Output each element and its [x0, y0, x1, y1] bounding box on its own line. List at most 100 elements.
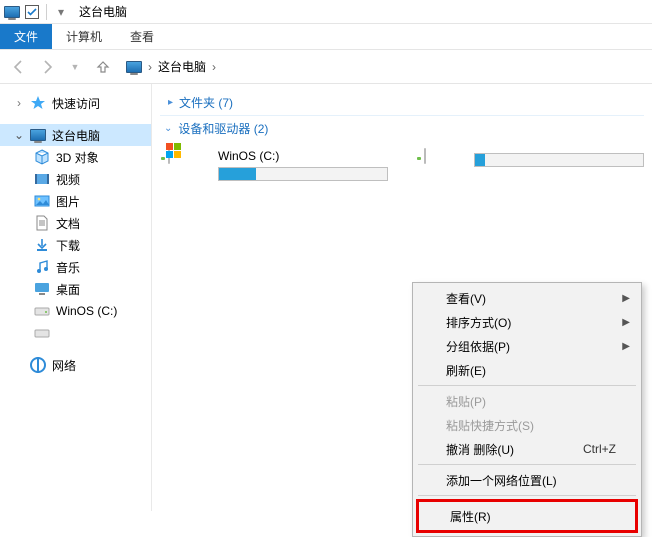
sidebar-item-quick-access[interactable]: › 快速访问 [0, 92, 151, 114]
ribbon: 文件 计算机 查看 [0, 24, 652, 50]
menu-paste-shortcut: 粘贴快捷方式(S) [416, 413, 638, 437]
drives-row: WinOS (C:) [160, 141, 644, 183]
star-icon [30, 95, 46, 111]
sidebar-item-label: 音乐 [56, 259, 80, 276]
menu-group[interactable]: 分组依据(P) ▶ [416, 334, 638, 358]
breadcrumb-location[interactable]: 这台电脑 [158, 58, 206, 75]
music-icon [34, 259, 50, 275]
context-menu: 查看(V) ▶ 排序方式(O) ▶ 分组依据(P) ▶ 刷新(E) 粘贴(P) … [412, 282, 642, 537]
sidebar-item-label: 这台电脑 [52, 127, 100, 144]
desktop-icon [34, 281, 50, 297]
menu-label: 刷新(E) [446, 362, 486, 379]
sidebar-item-removable[interactable] [0, 322, 151, 344]
download-icon [34, 237, 50, 253]
submenu-arrow-icon: ▶ [622, 317, 630, 328]
titlebar: ▾ 这台电脑 [0, 0, 652, 24]
tab-file[interactable]: 文件 [0, 24, 52, 49]
navbar: ▼ › 这台电脑 › [0, 50, 652, 84]
menu-label: 粘贴(P) [446, 393, 486, 410]
group-label: 设备和驱动器 (2) [178, 120, 268, 137]
sidebar-item-documents[interactable]: 文档 [0, 212, 151, 234]
qat-overflow-icon[interactable]: ▾ [53, 4, 69, 20]
capacity-fill [219, 168, 256, 180]
menu-label: 查看(V) [446, 290, 486, 307]
tab-computer[interactable]: 计算机 [52, 24, 116, 49]
breadcrumb-sep-icon: › [146, 60, 154, 74]
windows-flag-icon [166, 143, 184, 161]
capacity-bar [218, 167, 388, 181]
highlight-box: 属性(R) [416, 499, 638, 533]
qat-divider [46, 4, 47, 20]
chevron-right-icon: › [14, 96, 24, 110]
nav-back-button[interactable] [8, 56, 30, 78]
menu-label: 分组依据(P) [446, 338, 510, 355]
sidebar-item-winos-c[interactable]: WinOS (C:) [0, 300, 151, 322]
menu-view[interactable]: 查看(V) ▶ [416, 286, 638, 310]
window-title: 这台电脑 [79, 3, 127, 20]
menu-label: 添加一个网络位置(L) [446, 472, 557, 489]
menu-label: 撤消 删除(U) [446, 441, 514, 458]
drive-icon [34, 303, 50, 319]
video-icon [34, 171, 50, 187]
breadcrumb-sep-icon: › [210, 60, 218, 74]
capacity-fill [475, 154, 485, 166]
sidebar-item-music[interactable]: 音乐 [0, 256, 151, 278]
sidebar-item-this-pc[interactable]: ⌄ 这台电脑 [0, 124, 151, 146]
sidebar-item-videos[interactable]: 视频 [0, 168, 151, 190]
sidebar-item-network[interactable]: 网络 [0, 354, 151, 376]
network-icon [30, 357, 46, 373]
chevron-down-icon: ⌄ [164, 123, 172, 134]
group-folders[interactable]: ▸ 文件夹 (7) [160, 90, 644, 116]
sidebar-item-desktop[interactable]: 桌面 [0, 278, 151, 300]
menu-separator [418, 495, 636, 496]
menu-add-network-location[interactable]: 添加一个网络位置(L) [416, 468, 638, 492]
menu-sort[interactable]: 排序方式(O) ▶ [416, 310, 638, 334]
submenu-arrow-icon: ▶ [622, 293, 630, 304]
sidebar-item-label: 视频 [56, 171, 80, 188]
menu-label: 排序方式(O) [446, 314, 511, 331]
nav-forward-button[interactable] [36, 56, 58, 78]
nav-history-chevron[interactable]: ▼ [64, 56, 86, 78]
nav-up-button[interactable] [92, 56, 114, 78]
sidebar-item-label: 下载 [56, 237, 80, 254]
tab-view[interactable]: 查看 [116, 24, 168, 49]
menu-refresh[interactable]: 刷新(E) [416, 358, 638, 382]
sidebar-item-label: 3D 对象 [56, 149, 99, 166]
menu-separator [418, 464, 636, 465]
drive-item-winos-c[interactable]: WinOS (C:) [168, 149, 388, 183]
sidebar-item-label: 图片 [56, 193, 80, 210]
sidebar-item-pictures[interactable]: 图片 [0, 190, 151, 212]
menu-properties[interactable]: 属性(R) [420, 503, 634, 529]
sidebar-item-label: 桌面 [56, 281, 80, 298]
picture-icon [34, 193, 50, 209]
menu-separator [418, 385, 636, 386]
drive-item-2[interactable] [424, 149, 644, 183]
sidebar-item-label: 文档 [56, 215, 80, 232]
document-icon [34, 215, 50, 231]
drive-name: WinOS (C:) [218, 149, 388, 163]
menu-shortcut: Ctrl+Z [583, 442, 616, 456]
navigation-pane: › 快速访问 ⌄ 这台电脑 3D 对象 视频 图片 文档 [0, 84, 152, 511]
sidebar-item-label: 网络 [52, 357, 76, 374]
pc-icon [4, 4, 20, 20]
pc-icon [30, 127, 46, 143]
cube-icon [34, 149, 50, 165]
group-devices[interactable]: ⌄ 设备和驱动器 (2) [160, 116, 644, 141]
address-bar[interactable]: › 这台电脑 › [126, 55, 218, 79]
sidebar-item-label: WinOS (C:) [56, 304, 117, 318]
sidebar-item-label: 快速访问 [52, 95, 100, 112]
submenu-arrow-icon: ▶ [622, 341, 630, 352]
menu-paste: 粘贴(P) [416, 389, 638, 413]
group-label: 文件夹 (7) [179, 94, 233, 111]
drive-icon [168, 149, 210, 183]
checkbox-icon[interactable] [24, 4, 40, 20]
menu-label: 粘贴快捷方式(S) [446, 417, 534, 434]
menu-label: 属性(R) [450, 508, 491, 525]
menu-undo-delete[interactable]: 撤消 删除(U) Ctrl+Z [416, 437, 638, 461]
capacity-bar [474, 153, 644, 167]
drive-icon [34, 325, 50, 341]
sidebar-item-3d-objects[interactable]: 3D 对象 [0, 146, 151, 168]
address-pc-icon [126, 61, 142, 73]
sidebar-item-downloads[interactable]: 下载 [0, 234, 151, 256]
chevron-down-icon: ⌄ [14, 128, 24, 142]
